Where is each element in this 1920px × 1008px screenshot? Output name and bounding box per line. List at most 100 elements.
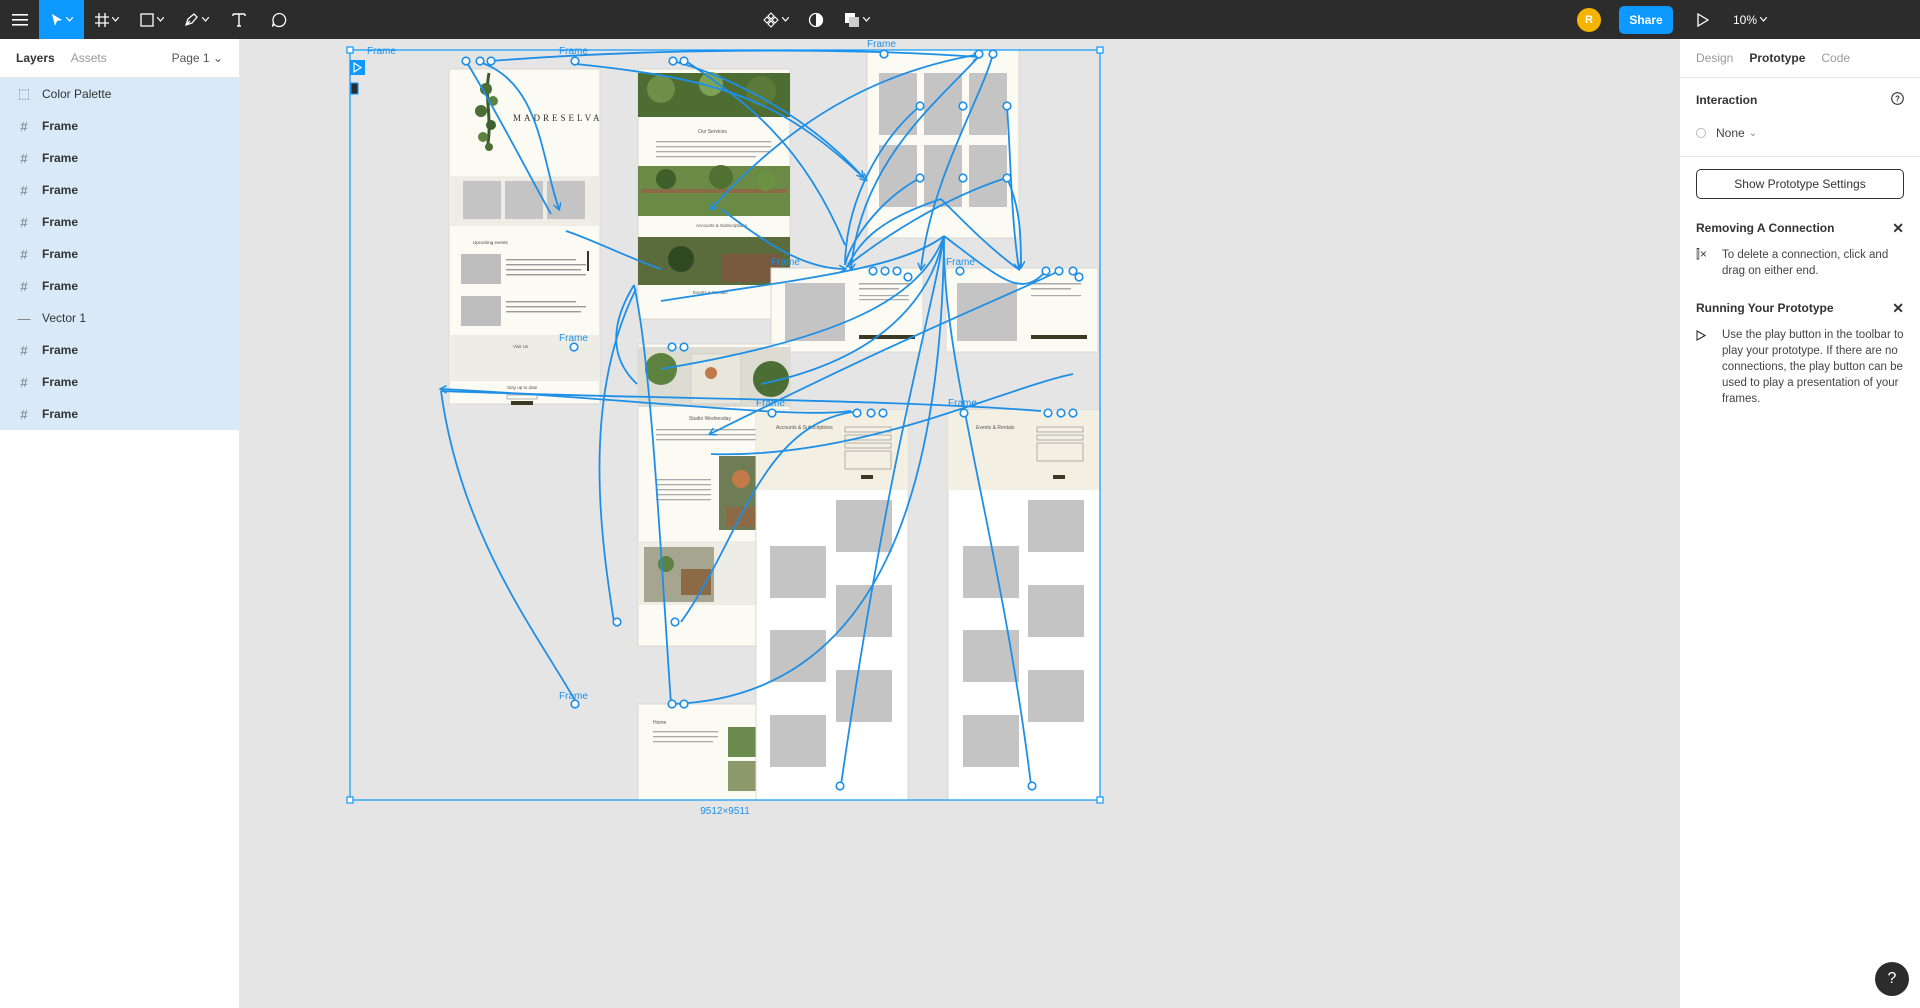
frame-home[interactable]: MADRESELVA Upcoming events Visit Us Stay… (448, 68, 603, 405)
frame-label[interactable]: Frame (771, 257, 800, 268)
components-icon[interactable] (754, 0, 798, 39)
right-panel: Design Prototype Code Interaction ? None… (1679, 39, 1920, 1008)
layer-item[interactable]: # Frame (0, 398, 239, 430)
disconnect-icon: ⫿× (1696, 247, 1707, 261)
user-avatar[interactable]: R (1577, 7, 1601, 32)
frame-icon: # (20, 342, 28, 358)
layer-name: Frame (42, 343, 79, 357)
zoom-value: 10% (1732, 12, 1758, 27)
homepage-heading: Home (653, 720, 667, 726)
trigger-icon (1696, 128, 1706, 138)
page-selector[interactable]: Page 1 ⌄ (172, 51, 223, 65)
layer-item[interactable]: # Frame (0, 110, 239, 142)
tab-assets[interactable]: Assets (71, 51, 107, 65)
mask-icon[interactable] (798, 0, 834, 39)
help-button[interactable]: ? (1875, 962, 1909, 996)
layer-item[interactable]: # Frame (0, 174, 239, 206)
layer-name: Color Palette (42, 87, 112, 101)
layer-item[interactable]: — Vector 1 (0, 302, 239, 334)
running-prototype-tip: Running Your Prototype ✕ Use the play bu… (1680, 293, 1920, 407)
frame-label[interactable]: Frame (559, 333, 588, 344)
visit-us-text: Visit Us (513, 344, 529, 349)
close-icon[interactable]: ✕ (1892, 300, 1904, 317)
frame-services[interactable]: Our Services Accounts & Subscriptions Ev… (637, 68, 791, 320)
layer-name: Frame (42, 119, 79, 133)
interaction-value: None (1716, 126, 1745, 140)
frame-icon: # (20, 182, 28, 198)
layer-name: Frame (42, 279, 79, 293)
left-panel: Layers Assets Page 1 ⌄ ⬚ Color Palette #… (0, 39, 240, 1008)
layer-item[interactable]: # Frame (0, 206, 239, 238)
frame-icon: # (20, 374, 28, 390)
frame-product-detail-2[interactable] (945, 267, 1099, 353)
accounts-heading: Accounts & Subscriptions (776, 425, 833, 431)
frame-label[interactable]: Frame (867, 39, 896, 50)
toolbar: R Share 10% (0, 0, 1920, 39)
main-menu-icon[interactable] (0, 0, 39, 39)
right-tabs: Design Prototype Code (1680, 39, 1920, 78)
text-tool-icon[interactable] (219, 0, 259, 39)
layer-item[interactable]: # Frame (0, 270, 239, 302)
layer-name: Vector 1 (42, 311, 87, 325)
studio-heading: Studio Wednesday (689, 416, 731, 422)
share-button[interactable]: Share (1619, 5, 1673, 34)
frame-events[interactable]: Events & Rentals (947, 409, 1101, 801)
dashed-frame-icon: ⬚ (17, 86, 31, 101)
events-heading: Events & Rentals (976, 425, 1015, 431)
flow-start-icon[interactable] (350, 60, 365, 75)
layer-name: Frame (42, 407, 79, 421)
interaction-dropdown[interactable]: None ⌄ (1696, 122, 1904, 144)
services-heading: Our Services (698, 129, 727, 135)
help-circle-icon[interactable]: ? (1891, 92, 1904, 108)
page-name: Page 1 (171, 51, 210, 65)
frame-icon: # (20, 278, 28, 294)
running-tip-text: Use the play button in the toolbar to pl… (1722, 329, 1904, 405)
frame-icon: # (20, 118, 28, 134)
play-prototype-icon[interactable] (1691, 0, 1715, 39)
frame-icon: # (20, 406, 28, 422)
close-icon[interactable]: ✕ (1892, 220, 1904, 237)
layer-item[interactable]: # Frame (0, 334, 239, 366)
layer-item[interactable]: # Frame (0, 238, 239, 270)
interaction-heading: Interaction (1696, 93, 1758, 107)
removing-tip-title: Removing A Connection (1696, 221, 1835, 235)
chevron-down-icon: ⌄ (1748, 127, 1758, 139)
removing-connection-tip: Removing A Connection ✕ ⫿× To delete a c… (1680, 213, 1920, 279)
frame-label[interactable]: Frame (367, 46, 396, 57)
canvas[interactable]: MADRESELVA Upcoming events Visit Us Stay… (241, 39, 1679, 1008)
frame-tool-button[interactable] (84, 0, 129, 39)
running-tip-title: Running Your Prototype (1696, 301, 1834, 315)
selection-size-label: 9512×9511 (700, 806, 750, 817)
tab-prototype[interactable]: Prototype (1749, 51, 1805, 65)
comment-tool-icon[interactable] (259, 0, 299, 39)
frame-accounts[interactable]: Accounts & Subscriptions (755, 409, 909, 801)
show-prototype-settings-button[interactable]: Show Prototype Settings (1696, 169, 1904, 199)
brand-name: MADRESELVA (513, 113, 603, 123)
layer-item[interactable]: # Frame (0, 142, 239, 174)
frame-icon: # (20, 214, 28, 230)
shape-tool-button[interactable] (129, 0, 174, 39)
layer-name: Frame (42, 215, 79, 229)
signup-text: Stay up to date (507, 385, 538, 390)
zoom-menu[interactable]: 10% (1729, 0, 1771, 39)
removing-tip-text: To delete a connection, click and drag o… (1722, 249, 1889, 277)
tab-code[interactable]: Code (1821, 51, 1850, 65)
layer-name: Frame (42, 247, 79, 261)
upcoming-events-heading: Upcoming events (473, 240, 509, 245)
layer-name: Frame (42, 183, 79, 197)
boolean-icon[interactable] (834, 0, 880, 39)
frame-icon: # (20, 246, 28, 262)
play-icon (1696, 327, 1722, 407)
line-icon: — (17, 310, 31, 326)
pen-tool-button[interactable] (174, 0, 219, 39)
svg-text:?: ? (1895, 95, 1900, 104)
frame-label[interactable]: Frame (946, 257, 975, 268)
layer-item[interactable]: # Frame (0, 366, 239, 398)
move-tool-button[interactable] (39, 0, 84, 39)
layer-name: Frame (42, 375, 79, 389)
canvas-artwork: MADRESELVA Upcoming events Visit Us Stay… (346, 39, 1104, 817)
layer-item[interactable]: ⬚ Color Palette (0, 78, 239, 110)
left-tabs: Layers Assets Page 1 ⌄ (0, 39, 239, 78)
tab-design[interactable]: Design (1696, 51, 1733, 65)
tab-layers[interactable]: Layers (16, 51, 55, 65)
